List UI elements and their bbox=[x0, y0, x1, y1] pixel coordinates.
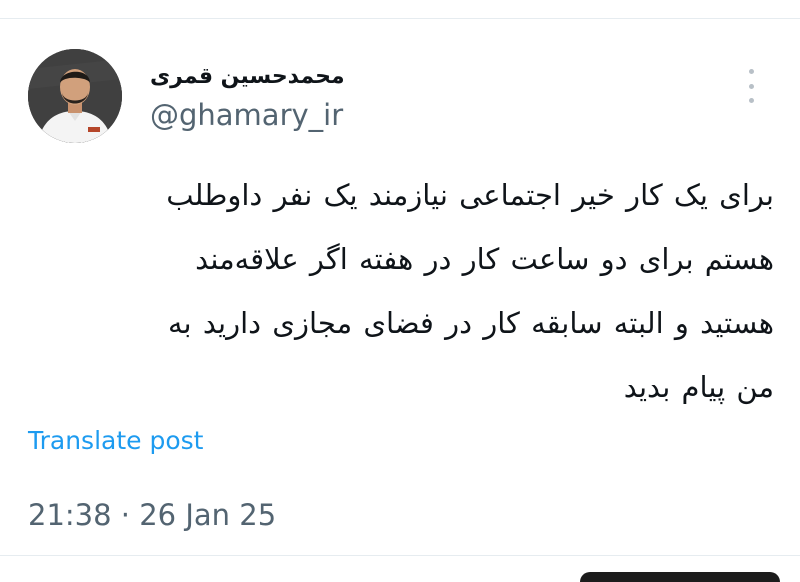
tweet-card: محمدحسین قمری @ghamary_ir برای یک کار خی… bbox=[0, 19, 800, 577]
bottom-bar-edge bbox=[580, 572, 780, 582]
tweet-timestamp[interactable]: 21:38 · 26 Jan 25 bbox=[28, 495, 276, 535]
author-display-name[interactable]: محمدحسین قمری bbox=[150, 59, 390, 95]
avatar[interactable] bbox=[28, 49, 122, 143]
more-vertical-icon bbox=[748, 69, 754, 74]
more-options-button[interactable] bbox=[737, 69, 765, 103]
more-vertical-icon-dot bbox=[748, 83, 754, 89]
author-handle[interactable]: @ghamary_ir bbox=[150, 97, 343, 133]
bottom-divider bbox=[0, 555, 800, 556]
tweet-text: برای یک کار خیر اجتماعی نیازمند یک نفر د… bbox=[166, 178, 774, 404]
avatar-image bbox=[28, 49, 122, 143]
more-vertical-icon-dot bbox=[748, 98, 754, 103]
translate-post-link[interactable]: Translate post bbox=[28, 421, 203, 461]
